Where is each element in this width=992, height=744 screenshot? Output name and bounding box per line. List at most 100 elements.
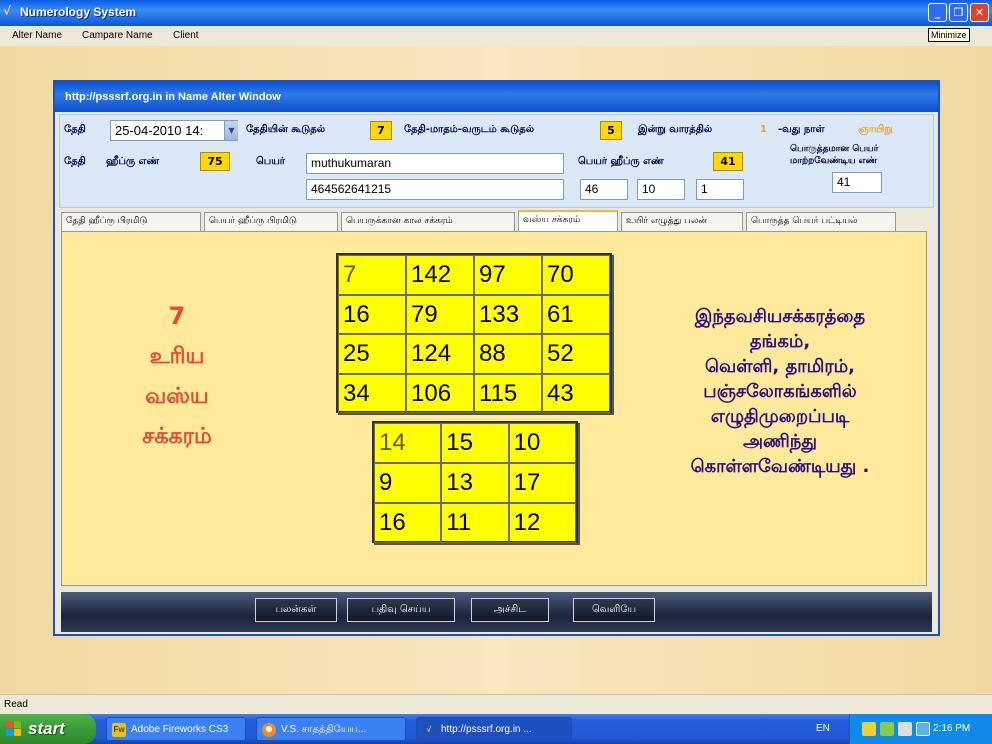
hebrew-label: ஹீப்ரு எண் (106, 156, 160, 167)
close-button[interactable]: ✕ (970, 3, 989, 22)
chevron-down-icon[interactable]: ▼ (224, 121, 238, 140)
tab-matching-name-list[interactable]: பொருத்த பெயர் பட்டியல் (746, 212, 896, 231)
maximize-button[interactable]: ❐ (949, 3, 968, 22)
match-label-2: மாற்றவேண்டிய எண் (790, 156, 878, 166)
app-icon: √ (3, 4, 12, 18)
start-button[interactable]: start (0, 714, 96, 744)
grid3-cell: 12 (508, 503, 576, 543)
grid3-cell: 13 (441, 463, 509, 503)
status-text: Read (4, 699, 28, 710)
grid4-cell: 61 (542, 294, 610, 334)
weekday-number: 1 (760, 124, 767, 135)
inner-title: http://psssrf.org.in in Name Alter Windo… (65, 91, 281, 103)
grid3-cell: 15 (441, 423, 509, 463)
grid4-cell: 133 (474, 294, 542, 334)
task-numerology-label: http://psssrf.org.in ... (441, 724, 532, 735)
save-button[interactable]: பதிவு செய்ய (347, 598, 455, 622)
instruction-line-1: இந்தவசியசக்கரத்தை (694, 306, 866, 327)
results-button[interactable]: பலன்கள் (255, 598, 337, 622)
name-digits-field[interactable]: 464562641215 (306, 179, 564, 200)
menu-client[interactable]: Client (173, 30, 199, 41)
number-field-c[interactable]: 1 (696, 179, 744, 200)
task-fireworks-label: Adobe Fireworks CS3 (131, 724, 229, 735)
weekday-name: ஞாயிறு (858, 124, 893, 135)
name-hebrew-number: 41 (713, 152, 743, 171)
app-orange-icon: ✺ (262, 723, 276, 737)
system-tray (849, 714, 992, 744)
start-label: start (28, 719, 65, 738)
date-sum-value: 7 (370, 121, 392, 140)
grid4-cell: 106 (406, 373, 474, 413)
exit-button[interactable]: வெளியே (573, 598, 655, 622)
vasya-chakra-panel: 7 உரிய வஸ்ய சக்கரம் 7 142 97 70 16 79 133 61 25 1… (61, 231, 927, 586)
grid3-cell: 16 (374, 503, 442, 543)
window-title: Numerology System (20, 5, 137, 19)
tab-vasya-chakra[interactable]: வஸ்ய சக்கரம் (518, 210, 618, 232)
instruction-line-6: அணிந்து (743, 431, 817, 452)
tab-strip: தேதி ஹீப்ரு பிரமிடு பெயர் ஹீப்ரு பிரமிடு… (59, 210, 934, 232)
clock: 2:16 PM (933, 723, 971, 734)
menu-compare-name[interactable]: Campare Name (82, 30, 153, 41)
task-numerology[interactable]: √ http://psssrf.org.in ... (416, 717, 572, 741)
weekday-suffix: -வது நாள் (778, 124, 825, 135)
taskbar: start Fw Adobe Fireworks CS3 ✺ V.S. சாதத… (0, 714, 992, 744)
grid3-cell: 17 (508, 463, 576, 503)
grid3-cell: 9 (374, 463, 442, 503)
left-line-1: உரிய (149, 344, 205, 369)
grid3-cell: 11 (441, 503, 509, 543)
left-number: 7 (168, 302, 186, 330)
number-field-b[interactable]: 10 (637, 179, 685, 200)
date-picker[interactable]: 25-04-2010 14: (110, 120, 238, 141)
fireworks-icon: Fw (112, 723, 126, 737)
windows-logo-icon (6, 721, 21, 736)
instruction-line-5: எழுதிமுறைப்படி (710, 406, 850, 427)
number-field-a[interactable]: 46 (580, 179, 628, 200)
grid4-cell: 43 (542, 373, 610, 413)
grid4-cell: 52 (542, 334, 610, 374)
tab-vowel-result[interactable]: உயிர் எழுத்து பலன் (621, 212, 743, 231)
grid4-cell: 16 (338, 294, 406, 334)
display-icon[interactable] (916, 722, 930, 736)
name-hebrew-label: பெயர் ஹீப்ரு எண் (578, 156, 664, 167)
name-label: பெயர் (256, 156, 286, 167)
grid3-cell: 14 (374, 423, 442, 463)
grid4-cell: 34 (338, 373, 406, 413)
weekday-prefix: இன்று வாரத்தில் (638, 124, 713, 135)
task-vs-label: V.S. சாதத்தியேய... (281, 724, 367, 735)
status-bar: Read (0, 694, 992, 714)
hebrew-number: 75 (200, 152, 230, 171)
language-indicator[interactable]: EN (816, 723, 830, 734)
grid4-cell: 97 (474, 255, 542, 295)
menu-bar: Alter Name Campare Name Client (0, 26, 992, 46)
date-label: தேதி (64, 124, 86, 135)
instruction-text: இந்தவசியசக்கரத்தை தங்கம், வெள்ளி, தாமிரம… (650, 304, 910, 479)
instruction-line-4: பஞ்சலோகங்களில் (703, 381, 857, 402)
grid4-cell: 115 (474, 373, 542, 413)
name-alter-window: http://psssrf.org.in in Name Alter Windo… (53, 80, 940, 636)
instruction-line-2: தங்கம், (749, 331, 811, 352)
dmy-sum-value: 5 (600, 121, 622, 140)
grid4-cell: 142 (406, 255, 474, 295)
tab-name-time-chakra[interactable]: பெயருக்கான கால சக்கரம் (341, 212, 515, 231)
menu-alter-name[interactable]: Alter Name (12, 30, 62, 41)
task-vs[interactable]: ✺ V.S. சாதத்தியேய... (256, 717, 406, 741)
left-line-2: வஸ்ய (145, 384, 209, 409)
match-label-1: பொருத்தமான பெயர் (790, 144, 879, 154)
date-sum-label: தேதியின் கூடுதல் (246, 124, 326, 135)
window-titlebar: √ Numerology System _ ❐ ✕ (0, 0, 992, 26)
name-input[interactable]: muthukumaran (306, 153, 564, 174)
tab-date-hebrew-pyramid[interactable]: தேதி ஹீப்ரு பிரமிடு (61, 212, 201, 231)
tab-name-hebrew-pyramid[interactable]: பெயர் ஹீப்ரு பிரமிடு (204, 212, 338, 231)
tray-app-icon[interactable] (862, 722, 876, 736)
grid4-cell: 70 (542, 255, 610, 295)
task-fireworks[interactable]: Fw Adobe Fireworks CS3 (106, 717, 246, 741)
minimize-button[interactable]: _ (928, 3, 947, 22)
volume-icon[interactable] (898, 722, 912, 736)
button-bar: பலன்கள் பதிவு செய்ய அச்சிட வெளியே (61, 592, 932, 632)
grid4-cell: 7 (338, 255, 406, 295)
network-icon[interactable] (880, 722, 894, 736)
instruction-line-7: கொள்ளவேண்டியது . (690, 456, 870, 477)
match-value-field[interactable]: 41 (832, 172, 882, 193)
print-button[interactable]: அச்சிட (471, 598, 549, 622)
dmy-sum-label: தேதி-மாதம்-வருடம் கூடுதல் (404, 124, 535, 135)
